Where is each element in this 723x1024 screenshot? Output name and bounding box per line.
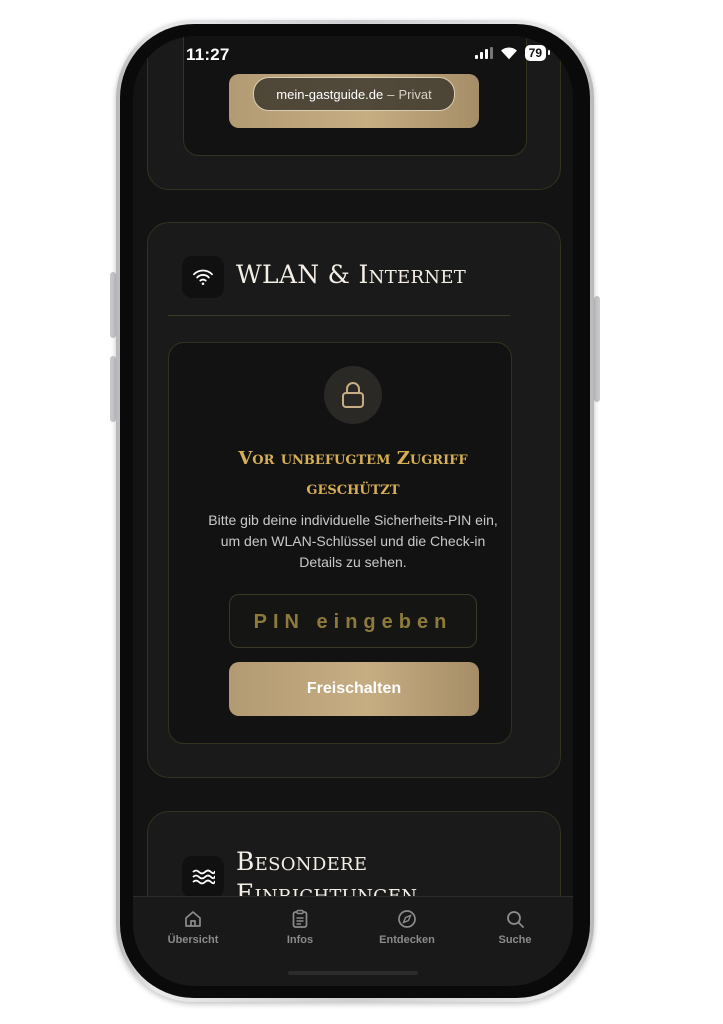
signal-icon — [474, 47, 493, 59]
lock-headline: Vor unbefugtem Zugriff geschützt — [238, 448, 468, 499]
wifi-icon-box — [182, 256, 224, 298]
url-mode: Privat — [398, 86, 432, 102]
waves-icon — [192, 869, 215, 885]
unlock-button[interactable]: Freischalten — [229, 662, 479, 716]
home-indicator — [288, 971, 418, 975]
status-time: 11:27 — [186, 45, 230, 64]
lock-description: Bitte gib deine individuelle Sicherheits… — [208, 512, 498, 570]
tab-uebersicht[interactable]: Übersicht — [143, 909, 243, 946]
tab-infos-label: Infos — [286, 934, 314, 946]
phone-screen: WLAN & Internet Vor unbefugtem Zugriff g… — [133, 36, 573, 986]
lock-icon — [342, 382, 364, 408]
compass-icon — [398, 910, 416, 928]
tab-uebersicht-label: Übersicht — [167, 934, 219, 946]
status-icons: 79 — [474, 45, 551, 61]
tab-suche[interactable]: Suche — [465, 909, 565, 946]
battery-indicator: 79 — [524, 45, 551, 61]
wlan-section-title: WLAN & Internet — [236, 260, 467, 289]
clipboard-icon — [292, 909, 308, 928]
scroll-content[interactable]: WLAN & Internet Vor unbefugtem Zugriff g… — [133, 36, 573, 896]
lock-circle — [324, 366, 382, 424]
url-separator: – — [387, 86, 395, 102]
section-divider — [168, 315, 510, 316]
url-pill[interactable]: mein-gastguide.de – Privat — [253, 77, 455, 111]
tab-infos[interactable]: Infos — [250, 909, 350, 946]
url-domain: mein-gastguide.de — [276, 86, 384, 102]
tab-entdecken-label: Entdecken — [379, 934, 435, 946]
facilities-section-title: Besondere Einrichtungen — [236, 847, 418, 896]
waves-icon-box — [182, 856, 224, 896]
wifi-icon — [193, 269, 213, 286]
pin-input[interactable]: PIN eingeben — [229, 594, 477, 648]
wifi-status-icon — [500, 46, 517, 59]
search-icon — [507, 911, 524, 928]
tab-suche-label: Suche — [498, 934, 532, 946]
tab-entdecken[interactable]: Entdecken — [357, 909, 457, 946]
home-icon — [185, 911, 201, 927]
status-bar: 11:27 79 — [133, 36, 573, 76]
power-button — [594, 296, 600, 402]
